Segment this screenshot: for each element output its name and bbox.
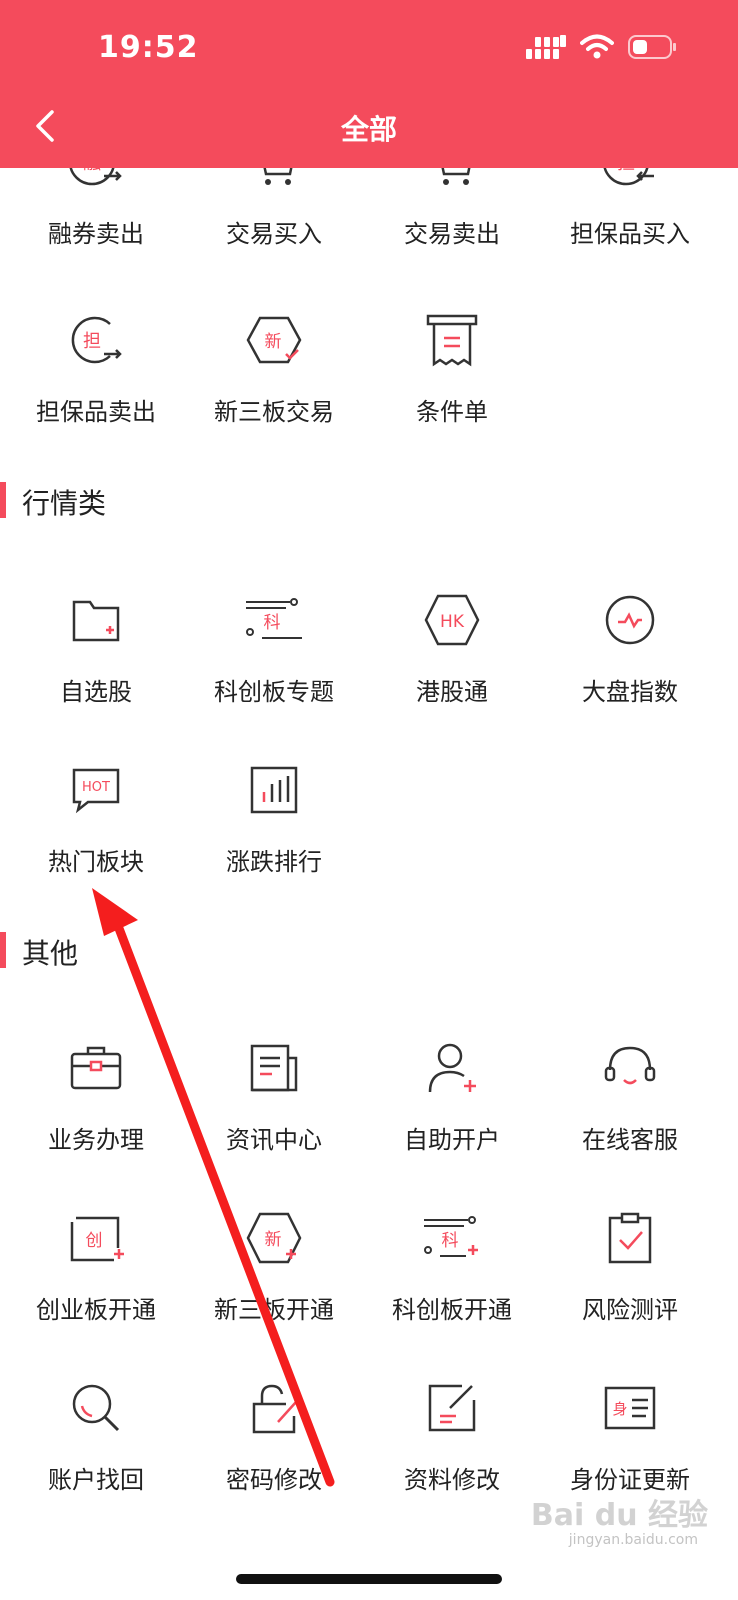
svg-text:科: 科: [264, 613, 281, 633]
chinext-icon: 创: [70, 1216, 124, 1262]
grid-item-business[interactable]: 业务办理: [4, 1036, 188, 1155]
signal-icon: [526, 35, 566, 59]
svg-text:身: 身: [612, 1400, 627, 1418]
grid-item-chinext-open[interactable]: 创 创业板开通: [4, 1206, 188, 1325]
grid-label: 交易卖出: [404, 220, 500, 248]
watermark-logo: Bai du 经验: [530, 1498, 708, 1533]
headset-icon: [604, 1046, 656, 1085]
svg-text:担: 担: [83, 331, 101, 352]
grid-label: 账户找回: [48, 1466, 144, 1494]
grid-label: 在线客服: [582, 1126, 678, 1154]
grid-item-news-center[interactable]: 资讯中心: [182, 1036, 366, 1155]
grid-label: 资讯中心: [226, 1126, 322, 1154]
page: 19:52 全部 融券卖出 交易买入 交易卖出 担保品买入 担 担保品卖出 新 …: [0, 0, 738, 1600]
grid-item-condition-order[interactable]: 条件单: [360, 308, 544, 427]
svg-text:新: 新: [265, 332, 282, 352]
collateral-sell-icon: 担: [71, 316, 122, 364]
grid-label: 热门板块: [48, 848, 144, 876]
grid-label: 自助开户: [404, 1126, 500, 1154]
grid-label: 自选股: [60, 678, 132, 706]
bar-chart-icon: [250, 766, 298, 814]
grid-item-market-index[interactable]: 大盘指数: [538, 588, 722, 707]
grid-item-profile-edit[interactable]: 资料修改: [360, 1376, 544, 1495]
neeq-trade-icon: 新: [246, 316, 302, 364]
svg-text:HOT: HOT: [82, 780, 110, 795]
index-chart-icon: [605, 595, 655, 645]
grid-label: 大盘指数: [582, 678, 678, 706]
grid-item-id-card-update[interactable]: 身 身份证更新: [538, 1376, 722, 1495]
star-market-icon: 科: [246, 598, 302, 639]
collateral-buy-icon: 担: [603, 168, 654, 186]
grid-label: 新三板交易: [214, 398, 334, 426]
grid-label: 科创板专题: [214, 678, 334, 706]
svg-text:创: 创: [86, 1231, 103, 1251]
margin-sell-icon: 融: [69, 168, 122, 186]
status-icons: [526, 34, 678, 60]
svg-text:担: 担: [617, 168, 635, 174]
search-icon: [72, 1384, 120, 1432]
grid-label: 密码修改: [226, 1466, 322, 1494]
grid-label: 港股通: [416, 678, 488, 706]
svg-text:HK: HK: [440, 612, 465, 632]
grid-label: 条件单: [416, 398, 488, 426]
section-title-other: 其他: [0, 932, 78, 972]
battery-icon: [628, 35, 676, 59]
grid-item-neeq-trade[interactable]: 新 新三板交易: [182, 308, 366, 427]
grid-item-collateral-buy[interactable]: 担 担保品买入: [538, 168, 722, 249]
grid-item-collateral-sell[interactable]: 担 担保品卖出: [4, 308, 188, 427]
grid-label: 涨跌排行: [226, 848, 322, 876]
status-time: 19:52: [98, 30, 199, 65]
grid-item-rank-list[interactable]: 涨跌排行: [182, 758, 366, 877]
grid-label: 交易买入: [226, 220, 322, 248]
neeq-open-icon: 新: [246, 1212, 302, 1264]
watermark-url: jingyan.baidu.com: [568, 1532, 698, 1548]
lock-edit-icon: [252, 1384, 297, 1434]
app-header: 19:52 全部: [0, 0, 738, 168]
grid-item-watchlist[interactable]: 自选股: [4, 588, 188, 707]
hk-connect-icon: HK: [424, 594, 480, 646]
id-card-icon: 身: [604, 1386, 656, 1430]
clipboard-check-icon: [608, 1212, 652, 1264]
grid-label: 资料修改: [404, 1466, 500, 1494]
grid-label: 科创板开通: [392, 1296, 512, 1324]
grid-item-password-change[interactable]: 密码修改: [182, 1376, 366, 1495]
briefcase-icon: [70, 1046, 122, 1090]
svg-text:新: 新: [265, 1230, 282, 1250]
cart-sell-icon: [441, 168, 471, 185]
grid-label: 融券卖出: [48, 220, 144, 248]
grid-label: 风险测评: [582, 1296, 678, 1324]
content-area: 融 融券卖出 交易买入 交易卖出 担 担保品买入: [0, 168, 738, 1600]
grid-item-star-market-open[interactable]: 科 科创板开通: [360, 1206, 544, 1325]
grid-label: 担保品买入: [570, 220, 690, 248]
grid-item-star-market-topic[interactable]: 科 科创板专题: [182, 588, 366, 707]
news-icon: [250, 1044, 298, 1092]
edit-document-icon: [428, 1384, 476, 1432]
grid-item-trade-buy[interactable]: 交易买入: [182, 168, 366, 249]
grid-label: 担保品卖出: [36, 398, 156, 426]
grid-item-neeq-open[interactable]: 新 新三板开通: [182, 1206, 366, 1325]
grid-item-trade-sell[interactable]: 交易卖出: [360, 168, 544, 249]
star-open-icon: 科: [424, 1216, 478, 1257]
svg-text:科: 科: [442, 1231, 459, 1251]
page-title: 全部: [340, 113, 397, 146]
grid-item-account-recovery[interactable]: 账户找回: [4, 1376, 188, 1495]
folder-icon: [72, 600, 120, 642]
hot-chat-icon: HOT: [72, 768, 120, 814]
grid-label: 业务办理: [48, 1126, 144, 1154]
receipt-icon: [426, 314, 478, 367]
grid-item-online-service[interactable]: 在线客服: [538, 1036, 722, 1155]
home-indicator: [236, 1574, 502, 1584]
grid-item-hot-sectors[interactable]: HOT 热门板块: [4, 758, 188, 877]
svg-text:融: 融: [83, 168, 101, 174]
wifi-icon: [580, 34, 614, 59]
grid-label: 新三板开通: [214, 1296, 334, 1324]
add-user-icon: [428, 1043, 476, 1093]
grid-item-risk-assessment[interactable]: 风险测评: [538, 1206, 722, 1325]
grid-item-hk-connect[interactable]: HK 港股通: [360, 588, 544, 707]
grid-item-securities-sell[interactable]: 融 融券卖出: [4, 168, 188, 249]
grid-label: 创业板开通: [36, 1296, 156, 1324]
section-title-market: 行情类: [0, 482, 106, 522]
cart-buy-icon: [263, 168, 293, 185]
grid-item-self-open-account[interactable]: 自助开户: [360, 1036, 544, 1155]
